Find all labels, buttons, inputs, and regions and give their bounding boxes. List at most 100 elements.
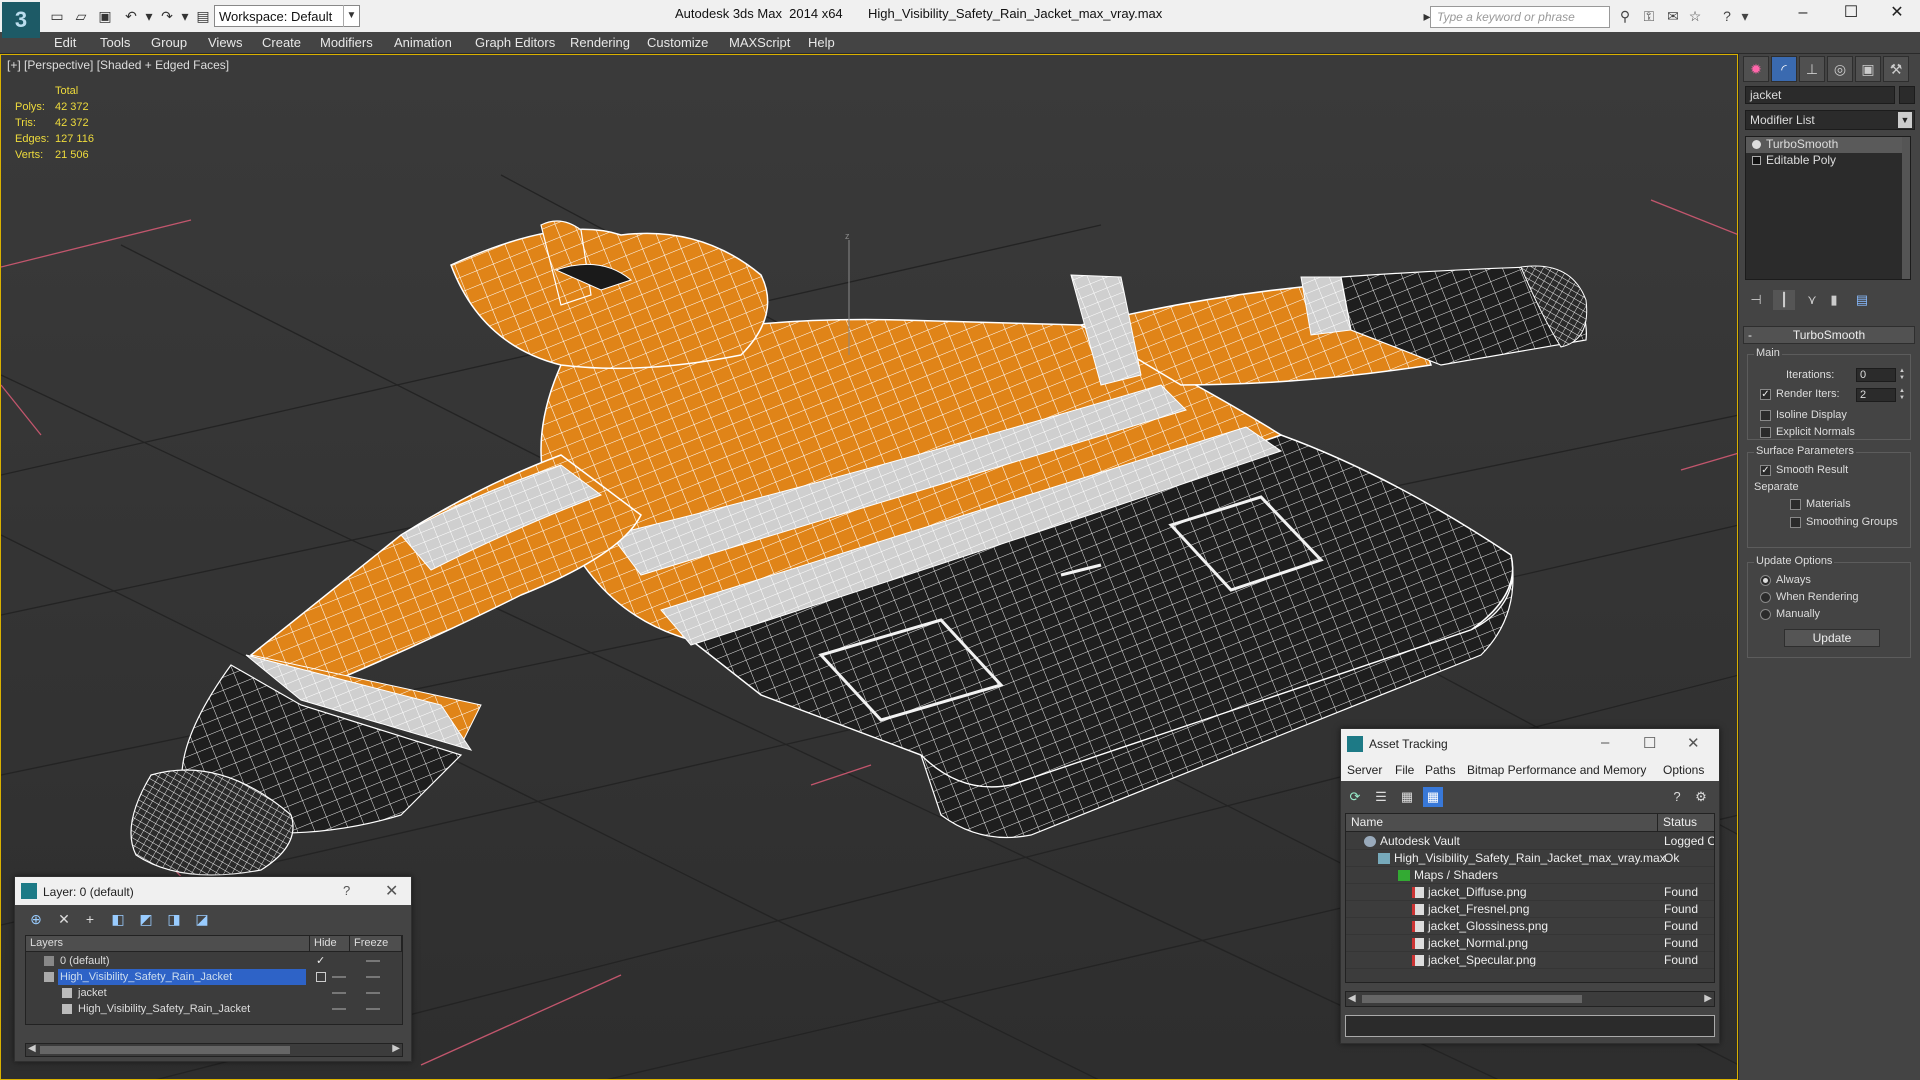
select-objects-icon[interactable]: ◧ <box>107 909 129 929</box>
app-logo-icon[interactable]: 3 <box>2 2 40 38</box>
menu-tools[interactable]: Tools <box>100 35 130 50</box>
object-name-field[interactable]: jacket <box>1745 86 1895 104</box>
minimize-button[interactable]: – <box>1780 0 1826 28</box>
detail-view-icon[interactable]: ▦ <box>1397 787 1417 807</box>
hide-column-header[interactable]: Hide <box>310 936 350 952</box>
menu-maxscript[interactable]: MAXScript <box>729 35 790 50</box>
undo-dropdown-icon[interactable]: ▾ <box>140 7 158 25</box>
utilities-tab-icon[interactable]: ⚒ <box>1883 56 1909 82</box>
layer-row[interactable]: High_Visibility_Safety_Rain_Jacket <box>26 1001 402 1017</box>
search-input[interactable]: Type a keyword or phrase <box>1430 6 1610 28</box>
menu-modifiers[interactable]: Modifiers <box>320 35 373 50</box>
freeze-toggle[interactable] <box>366 1008 380 1010</box>
viewport-label[interactable]: [+] [Perspective] [Shaded + Edged Faces] <box>7 58 229 72</box>
manually-radio[interactable] <box>1760 609 1771 620</box>
layer-row[interactable]: 0 (default) ✓ <box>26 953 402 969</box>
asset-menu-options[interactable]: Options <box>1663 763 1704 777</box>
maximize-button[interactable]: ☐ <box>1828 0 1874 28</box>
asset-row[interactable]: Autodesk Vault Logged O <box>1346 833 1714 850</box>
display-tab-icon[interactable]: ▣ <box>1855 56 1881 82</box>
open-file-icon[interactable]: ▱ <box>72 7 90 25</box>
save-file-icon[interactable]: ▣ <box>96 7 114 25</box>
workspace-select[interactable]: Workspace: Default <box>214 5 360 27</box>
asset-menu-server[interactable]: Server <box>1347 763 1382 777</box>
turbosmooth-rollout-header[interactable]: - TurboSmooth <box>1743 326 1915 344</box>
isoline-display-checkbox[interactable] <box>1760 410 1771 421</box>
spinner-arrows-icon[interactable]: ▲ ▼ <box>1898 368 1906 382</box>
maximize-icon[interactable]: ☐ <box>1643 734 1656 752</box>
asset-row[interactable]: jacket_Glossiness.png Found <box>1346 918 1714 935</box>
add-to-layer-icon[interactable]: + <box>79 909 101 929</box>
menu-views[interactable]: Views <box>208 35 242 50</box>
redo-icon[interactable]: ↷ <box>158 7 176 25</box>
render-iters-spinner[interactable]: 2 <box>1856 388 1896 402</box>
create-layer-icon[interactable]: ⊕ <box>25 909 47 929</box>
active-layer-check-icon[interactable]: ✓ <box>316 953 325 969</box>
modifier-list-dropdown[interactable]: Modifier List ▼ <box>1745 110 1915 130</box>
hide-all-icon[interactable]: ◨ <box>163 909 185 929</box>
scroll-left-icon[interactable]: ◀ <box>28 1043 36 1054</box>
menu-group[interactable]: Group <box>151 35 187 50</box>
menu-customize[interactable]: Customize <box>647 35 708 50</box>
asset-row[interactable]: jacket_Normal.png Found <box>1346 935 1714 952</box>
pin-stack-icon[interactable]: ⊣ <box>1745 290 1767 310</box>
status-column-header[interactable]: Status <box>1658 814 1714 832</box>
explicit-normals-checkbox[interactable] <box>1760 427 1771 438</box>
help-dropdown-icon[interactable]: ▾ <box>1736 7 1754 25</box>
create-tab-icon[interactable]: ✹ <box>1743 56 1769 82</box>
smooth-result-checkbox[interactable]: ✓ <box>1760 465 1771 476</box>
stack-item-turbosmooth[interactable]: TurboSmooth <box>1746 137 1910 153</box>
spinner-arrows-icon[interactable]: ▲ ▼ <box>1898 388 1906 402</box>
freeze-column-header[interactable]: Freeze <box>350 936 402 952</box>
object-color-swatch[interactable] <box>1899 86 1915 104</box>
hide-toggle[interactable] <box>332 1008 346 1010</box>
highlight-layer-icon[interactable]: ◩ <box>135 909 157 929</box>
menu-create[interactable]: Create <box>262 35 301 50</box>
remove-modifier-icon[interactable]: ▮ <box>1823 290 1845 310</box>
vault-settings-icon[interactable]: ⚙ <box>1691 787 1711 807</box>
layer-row[interactable]: High_Visibility_Safety_Rain_Jacket <box>26 969 402 985</box>
render-iters-checkbox[interactable]: ✓ <box>1760 389 1771 400</box>
expand-icon[interactable] <box>1752 156 1761 165</box>
table-view-icon[interactable]: ▦ <box>1423 787 1443 807</box>
freeze-toggle[interactable] <box>366 976 380 978</box>
minimize-icon[interactable]: – <box>1601 734 1609 751</box>
menu-rendering[interactable]: Rendering <box>570 35 630 50</box>
motion-tab-icon[interactable]: ◎ <box>1827 56 1853 82</box>
stack-scrollbar[interactable] <box>1902 137 1910 279</box>
menu-edit[interactable]: Edit <box>54 35 76 50</box>
undo-icon[interactable]: ↶ <box>122 7 140 25</box>
asset-row[interactable]: Maps / Shaders <box>1346 867 1714 884</box>
hide-toggle[interactable] <box>332 992 346 994</box>
communication-icon[interactable]: ✉ <box>1664 7 1682 25</box>
close-button[interactable]: ✕ <box>1874 0 1920 28</box>
list-view-icon[interactable]: ☰ <box>1371 787 1391 807</box>
scroll-right-icon[interactable]: ▶ <box>392 1043 400 1054</box>
hide-toggle[interactable] <box>332 976 346 978</box>
layer-horizontal-scrollbar[interactable]: ◀ ▶ <box>25 1043 403 1057</box>
layer-row[interactable]: jacket <box>26 985 402 1001</box>
freeze-all-icon[interactable]: ◪ <box>191 909 213 929</box>
redo-dropdown-icon[interactable]: ▾ <box>176 7 194 25</box>
close-icon[interactable]: ✕ <box>1687 734 1700 752</box>
help-icon[interactable]: ? <box>1718 7 1736 25</box>
iterations-spinner[interactable]: 0 <box>1856 368 1896 382</box>
configure-sets-icon[interactable]: ▤ <box>1851 290 1873 310</box>
make-unique-icon[interactable]: ⋎ <box>1801 290 1823 310</box>
scrollbar-thumb[interactable] <box>40 1046 290 1054</box>
freeze-toggle[interactable] <box>366 960 380 962</box>
menu-graph-editors[interactable]: Graph Editors <box>475 35 555 50</box>
asset-horizontal-scrollbar[interactable]: ◀ ▶ <box>1345 991 1715 1007</box>
asset-row[interactable]: High_Visibility_Safety_Rain_Jacket_max_v… <box>1346 850 1714 867</box>
menu-animation[interactable]: Animation <box>394 35 452 50</box>
delete-layer-icon[interactable]: ✕ <box>53 909 75 929</box>
chevron-down-icon[interactable]: ▼ <box>343 5 359 27</box>
new-file-icon[interactable]: ▭ <box>48 7 66 25</box>
materials-checkbox[interactable] <box>1790 499 1801 510</box>
project-folder-icon[interactable]: ▤ <box>194 7 212 25</box>
subscription-icon[interactable]: ⚿ <box>1640 7 1658 25</box>
layer-window-titlebar[interactable]: Layer: 0 (default) ? ✕ <box>15 877 411 905</box>
update-button[interactable]: Update <box>1784 629 1880 647</box>
modify-tab-icon[interactable]: ◜ <box>1771 56 1797 82</box>
menu-help[interactable]: Help <box>808 35 835 50</box>
